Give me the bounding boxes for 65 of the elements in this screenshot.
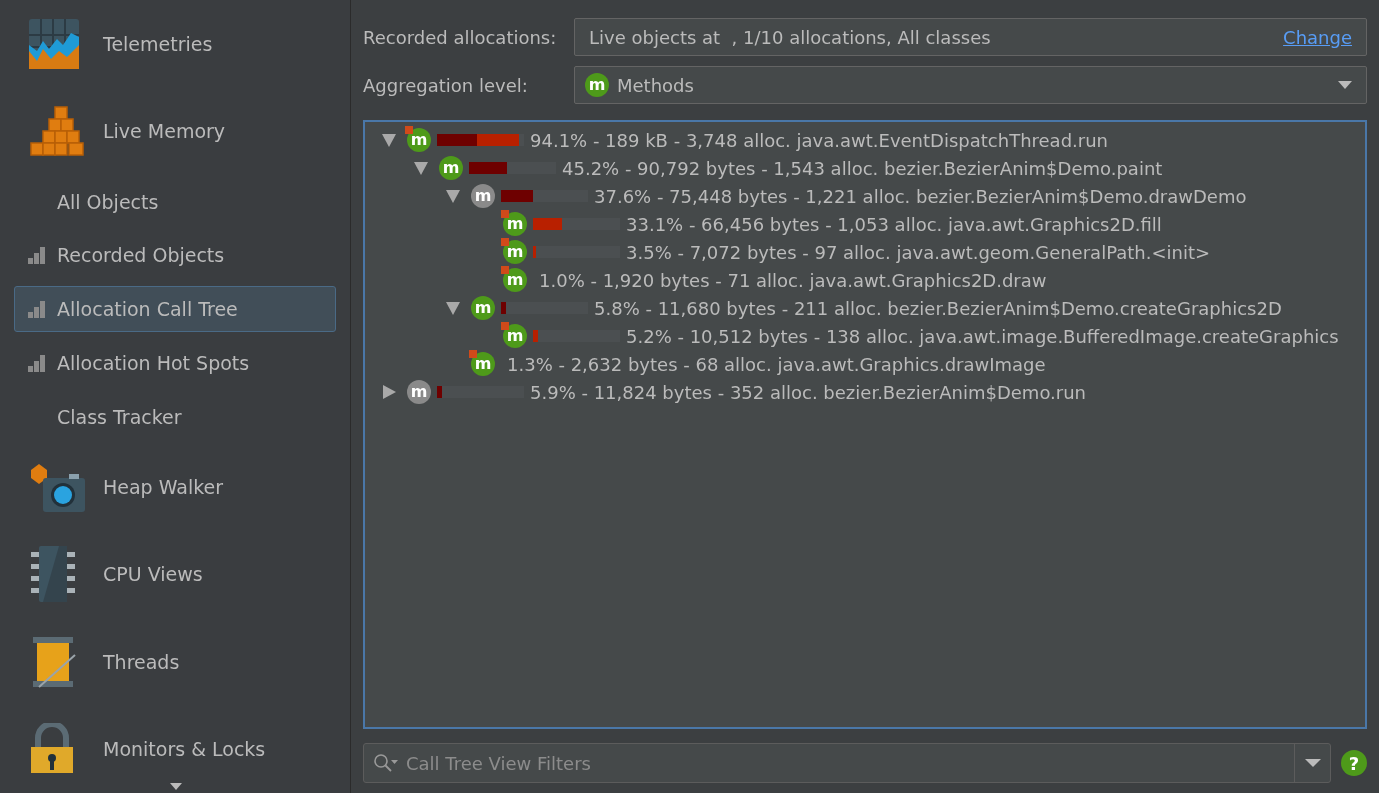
tree-node-label[interactable]: 94.1% - 189 kB - 3,748 alloc. java.awt.EventDispatchThread.run xyxy=(530,129,1108,151)
expand-triangle-icon[interactable] xyxy=(381,384,397,400)
item-label: Allocation Call Tree xyxy=(57,298,238,321)
search-icon[interactable] xyxy=(373,753,399,773)
tree-node-label[interactable]: 5.8% - 11,680 bytes - 211 alloc. bezier.BezierAnim$Demo.createGraphics2D xyxy=(594,297,1282,319)
tree-node-label[interactable]: 3.5% - 7,072 bytes - 97 alloc. java.awt.geom.GeneralPath.<init> xyxy=(626,241,1211,263)
sidebar-section[interactable]: Telemetries xyxy=(14,0,336,88)
section-label: Telemetries xyxy=(103,32,213,55)
aggregation-dropdown[interactable]: m Methods xyxy=(574,66,1367,104)
method-icon: m xyxy=(501,322,529,350)
sidebar-item[interactable]: All Objects xyxy=(14,178,336,225)
tree-node-label[interactable]: 33.1% - 66,456 bytes - 1,053 alloc. java.awt.Graphics2D.fill xyxy=(626,213,1162,235)
help-button[interactable]: ? xyxy=(1341,750,1367,776)
sidebar-item[interactable]: Allocation Hot Spots xyxy=(14,339,336,386)
method-icon: m xyxy=(501,210,529,238)
filter-field[interactable]: Call Tree View Filters xyxy=(363,743,1331,783)
method-icon: m xyxy=(437,154,465,182)
cubes-icon xyxy=(29,105,87,158)
section-label: Threads xyxy=(103,650,180,673)
sidebar-section[interactable]: CPU Views xyxy=(14,530,336,619)
bar-chart-icon xyxy=(27,300,47,319)
sidebar-section[interactable]: Heap Walker xyxy=(14,443,336,531)
method-icon: m xyxy=(405,378,433,406)
collapse-triangle-icon[interactable] xyxy=(445,300,461,316)
method-icon: m xyxy=(469,350,497,378)
chip-icon xyxy=(29,544,77,605)
padlock-icon xyxy=(29,723,75,776)
section-label: CPU Views xyxy=(103,563,203,586)
tree-node-label[interactable]: 5.2% - 10,512 bytes - 138 alloc. java.awt.image.BufferedImage.createGraphics xyxy=(626,325,1339,347)
collapse-triangle-icon[interactable] xyxy=(413,160,429,176)
item-label: Recorded Objects xyxy=(57,244,225,267)
sidebar-item[interactable]: Recorded Objects xyxy=(14,232,336,279)
sidebar-section[interactable]: Monitors & Locks xyxy=(14,705,336,793)
bar-chart-icon xyxy=(27,353,47,372)
item-label: All Objects xyxy=(57,190,159,213)
tree-node-label[interactable]: 5.9% - 11,824 bytes - 352 alloc. bezier.BezierAnim$Demo.run xyxy=(530,381,1086,403)
method-icon: m xyxy=(405,126,433,154)
method-icon: m xyxy=(469,182,497,210)
field-label: Recorded allocations: xyxy=(363,26,558,48)
collapse-triangle-icon[interactable] xyxy=(445,188,461,204)
collapse-triangle-icon[interactable] xyxy=(381,132,397,148)
sidebar-item[interactable]: Class Tracker xyxy=(14,393,336,440)
method-icon: m xyxy=(501,238,529,266)
section-label: Live Memory xyxy=(103,120,226,143)
item-label: Allocation Hot Spots xyxy=(57,351,250,374)
item-label: Class Tracker xyxy=(57,405,182,428)
tree-node-label[interactable]: 45.2% - 90,792 bytes - 1,543 alloc. bezier.BezierAnim$Demo.paint xyxy=(562,157,1163,179)
sidebar-section[interactable]: Live Memory xyxy=(14,87,336,175)
change-link[interactable]: Change xyxy=(1283,26,1352,48)
tree-node-label[interactable]: 1.0% - 1,920 bytes - 71 alloc. java.awt.Graphics2D.draw xyxy=(539,269,1047,291)
dropdown-arrow-icon xyxy=(1338,80,1352,90)
tree-node-label[interactable]: 1.3% - 2,632 bytes - 68 alloc. java.awt.Graphics.drawImage xyxy=(507,353,1046,375)
section-label: Monitors & Locks xyxy=(103,738,266,761)
dropdown-arrow-icon xyxy=(1304,758,1321,768)
scroll-down-icon[interactable] xyxy=(170,783,182,791)
bar-chart-icon xyxy=(27,246,47,265)
field-label: Aggregation level: xyxy=(363,74,529,96)
sidebar-section[interactable]: Threads xyxy=(14,618,336,706)
section-label: Heap Walker xyxy=(103,476,224,499)
chart-icon xyxy=(29,18,79,69)
method-icon: m xyxy=(469,294,497,322)
field-value: Live objects at , 1/10 allocations, All classes xyxy=(589,26,992,48)
method-icon: m xyxy=(501,266,529,294)
tree-node-label[interactable]: 37.6% - 75,448 bytes - 1,221 alloc. bezier.BezierAnim$Demo.drawDemo xyxy=(594,185,1247,207)
sidebar-item[interactable]: Allocation Call Tree xyxy=(14,286,336,332)
